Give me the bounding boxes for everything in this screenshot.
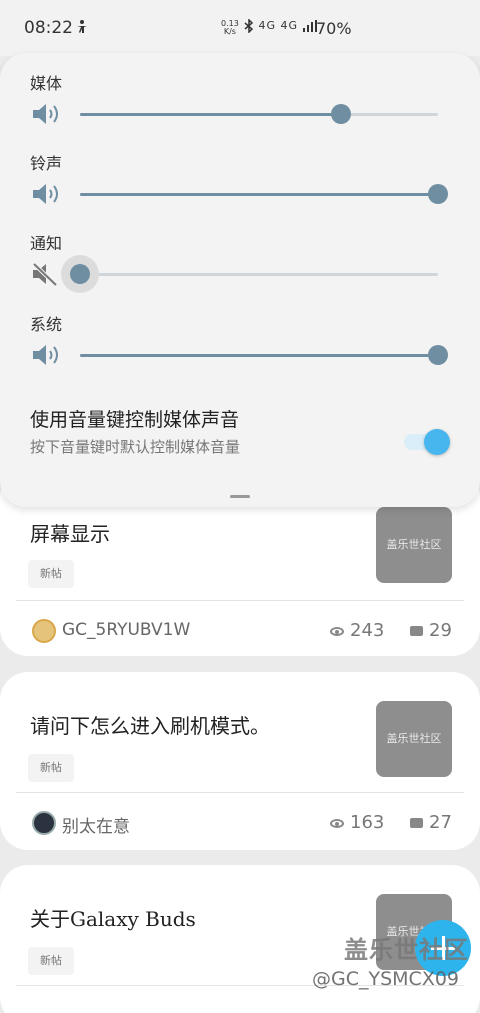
status-bar: 08:22 0.13 K/s 4G 4G 70% bbox=[0, 0, 480, 56]
post-title: 关于Galaxy Buds bbox=[30, 907, 196, 931]
comment-count: 29 bbox=[410, 620, 452, 641]
network-speed-unit: K/s bbox=[223, 27, 236, 36]
post-tag: 新帖 bbox=[28, 560, 74, 588]
speaker-icon[interactable] bbox=[31, 181, 63, 207]
muted-speaker-icon[interactable] bbox=[31, 261, 63, 287]
watermark-logo: 盖乐世社区 bbox=[344, 936, 469, 964]
post-card[interactable]: 请问下怎么进入刷机模式。 新帖 盖乐世社区 别太在意 163 27 bbox=[0, 672, 480, 850]
comment-icon bbox=[410, 626, 423, 636]
signal-icons: 4G 4G bbox=[244, 18, 317, 34]
divider bbox=[16, 600, 464, 601]
clock: 08:22 bbox=[24, 18, 73, 38]
author-avatar[interactable] bbox=[32, 811, 56, 835]
divider bbox=[16, 792, 464, 793]
watermark-username: @GC_YSMCX09 bbox=[312, 968, 460, 990]
slider-fill bbox=[80, 193, 438, 196]
comment-count-value: 29 bbox=[429, 620, 452, 641]
toggle-thumb bbox=[424, 429, 450, 455]
media-volume-option-description: 按下音量键时默认控制媒体音量 bbox=[30, 438, 241, 456]
bluetooth-icon bbox=[244, 18, 254, 34]
speaker-icon[interactable] bbox=[31, 342, 63, 368]
slider-thumb[interactable] bbox=[428, 184, 448, 204]
ringtone-volume-slider[interactable] bbox=[80, 184, 448, 204]
slider-fill bbox=[80, 354, 438, 357]
signal-icon bbox=[302, 20, 317, 32]
view-count: 163 bbox=[330, 812, 384, 833]
post-tag: 新帖 bbox=[28, 947, 74, 975]
view-count-value: 163 bbox=[350, 812, 385, 833]
media-volume-slider[interactable] bbox=[80, 104, 438, 124]
volume-panel: 媒体 铃声 通知 系统 使用音量键控制媒体声音 按下音量键时默认控制媒体音量 bbox=[0, 53, 480, 507]
eye-icon bbox=[330, 818, 344, 828]
speaker-icon[interactable] bbox=[31, 101, 63, 127]
author-avatar[interactable] bbox=[32, 619, 56, 643]
network-type: 4G 4G bbox=[258, 19, 299, 32]
view-count-value: 243 bbox=[350, 620, 385, 641]
network-speed: 0.13 K/s bbox=[221, 20, 239, 36]
slider-thumb[interactable] bbox=[61, 255, 99, 293]
media-volume-toggle[interactable] bbox=[404, 429, 450, 455]
comment-count-value: 27 bbox=[429, 812, 452, 833]
media-volume-option-title: 使用音量键控制媒体声音 bbox=[30, 409, 240, 431]
comment-count: 27 bbox=[410, 812, 452, 833]
view-count: 243 bbox=[330, 620, 384, 641]
slider-label-notification: 通知 bbox=[30, 234, 63, 253]
post-title: 请问下怎么进入刷机模式。 bbox=[30, 714, 270, 738]
slider-label-ringtone: 铃声 bbox=[30, 154, 63, 173]
slider-label-system: 系统 bbox=[30, 315, 63, 334]
accessibility-icon bbox=[77, 20, 87, 33]
post-title: 屏幕显示 bbox=[30, 522, 110, 546]
author-name[interactable]: GC_5RYUBV1W bbox=[62, 620, 190, 640]
post-thumbnail: 盖乐世社区 bbox=[376, 701, 452, 777]
slider-fill bbox=[80, 113, 342, 116]
system-volume-slider[interactable] bbox=[80, 345, 448, 365]
slider-thumb[interactable] bbox=[331, 104, 352, 124]
author-name[interactable]: 别太在意 bbox=[62, 812, 130, 837]
post-tag: 新帖 bbox=[28, 754, 74, 782]
comment-icon bbox=[410, 818, 423, 828]
panel-drag-handle[interactable] bbox=[230, 495, 250, 498]
notification-volume-slider[interactable] bbox=[61, 255, 438, 293]
slider-label-media: 媒体 bbox=[30, 74, 63, 93]
post-thumbnail: 盖乐世社区 bbox=[376, 507, 452, 583]
eye-icon bbox=[330, 626, 344, 636]
battery-level: 70% bbox=[316, 19, 352, 38]
slider-thumb[interactable] bbox=[428, 345, 448, 365]
